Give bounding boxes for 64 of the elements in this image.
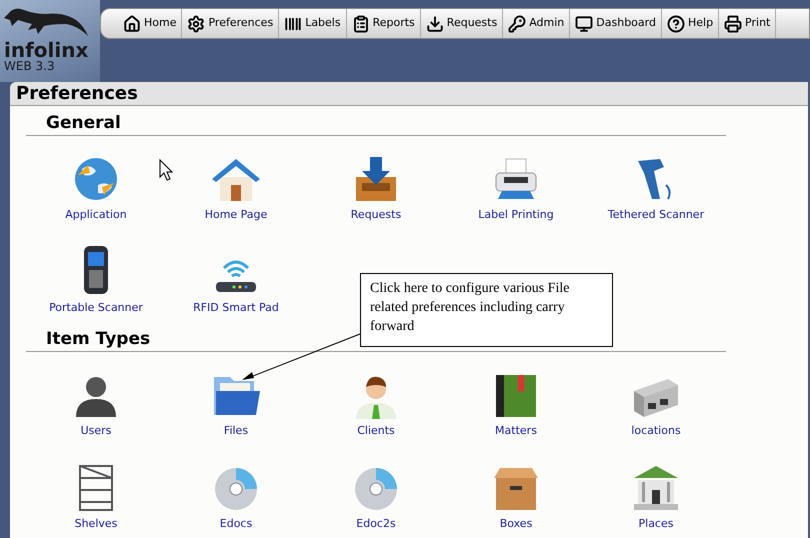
logo-wordmark: infolinx — [4, 40, 90, 60]
preference-link[interactable]: Tethered Scanner — [586, 136, 726, 229]
preference-label: Edoc2s — [356, 516, 396, 532]
preference-label: Requests — [350, 206, 402, 222]
building-columns-icon — [632, 464, 680, 512]
cardboard-box-icon — [492, 466, 540, 512]
nav-button[interactable]: Labels — [279, 9, 347, 38]
preference-label: locations — [631, 422, 681, 438]
cd-disc-icon — [353, 466, 399, 512]
preference-label: Users — [80, 422, 112, 438]
clipboard-icon — [352, 14, 370, 32]
home-icon — [123, 14, 141, 32]
preference-link[interactable]: Label Printing — [446, 136, 586, 229]
preference-link[interactable]: Files — [166, 352, 306, 445]
preference-link[interactable]: RFID Smart Pad — [166, 229, 306, 322]
nav-button[interactable]: Dashboard — [570, 9, 662, 38]
preference-link[interactable]: Matters — [446, 352, 586, 445]
preference-link[interactable]: Edocs — [166, 445, 306, 538]
preference-label: Shelves — [74, 516, 118, 532]
preference-label: RFID Smart Pad — [193, 300, 279, 316]
preference-label: Boxes — [500, 516, 532, 532]
gears-icon — [187, 14, 206, 32]
callout-box: Click here to configure various File related preferences including carry forward — [360, 273, 613, 347]
section-heading: Item Types — [46, 328, 150, 351]
preference-label: Tethered Scanner — [608, 206, 704, 222]
page-title: Preferences — [16, 82, 138, 106]
preference-label: Label Printing — [478, 206, 554, 222]
preference-link[interactable]: Home Page — [166, 136, 306, 229]
help-icon — [666, 14, 685, 32]
preference-link[interactable]: Shelves — [26, 445, 166, 538]
shelving-unit-icon — [76, 464, 116, 512]
nav-button[interactable]: Preferences — [182, 9, 280, 38]
mobile-computer-icon — [81, 244, 111, 296]
preference-label: Places — [638, 516, 674, 532]
monitor-icon — [575, 14, 594, 32]
preference-label: Matters — [495, 422, 537, 438]
nav-button[interactable]: Requests — [420, 9, 504, 38]
preference-link[interactable]: locations — [586, 352, 726, 445]
nav-button[interactable]: Print — [719, 9, 776, 38]
preference-link[interactable]: Portable Scanner — [26, 229, 166, 322]
version-label: WEB 3.3 — [4, 60, 56, 73]
preference-label: Clients — [357, 422, 395, 438]
printer-icon — [724, 14, 742, 32]
preference-link[interactable]: Places — [586, 445, 726, 538]
mouse-cursor-icon — [159, 159, 173, 181]
preference-link[interactable]: Clients — [306, 352, 446, 445]
preference-link[interactable]: Application — [26, 136, 166, 229]
preference-label: Home Page — [204, 206, 268, 222]
preference-link[interactable]: Users — [26, 352, 166, 445]
nav-button[interactable]: Admin — [503, 9, 570, 38]
preference-link[interactable]: Edoc2s — [306, 445, 446, 538]
preference-label: Edocs — [220, 516, 252, 532]
nav-button[interactable]: Reports — [346, 9, 421, 38]
download-icon — [426, 14, 444, 32]
key-icon — [508, 14, 526, 32]
nav-button[interactable]: Help — [662, 9, 720, 38]
preference-label: Portable Scanner — [49, 300, 143, 316]
preference-label: Files — [224, 422, 248, 438]
preference-link[interactable]: Requests — [306, 136, 446, 229]
section-heading: General — [46, 112, 121, 135]
preference-label: Application — [65, 206, 127, 222]
preference-link[interactable]: Boxes — [446, 445, 586, 538]
nav-button[interactable]: Home — [101, 9, 182, 38]
cd-disc-icon — [213, 466, 259, 512]
